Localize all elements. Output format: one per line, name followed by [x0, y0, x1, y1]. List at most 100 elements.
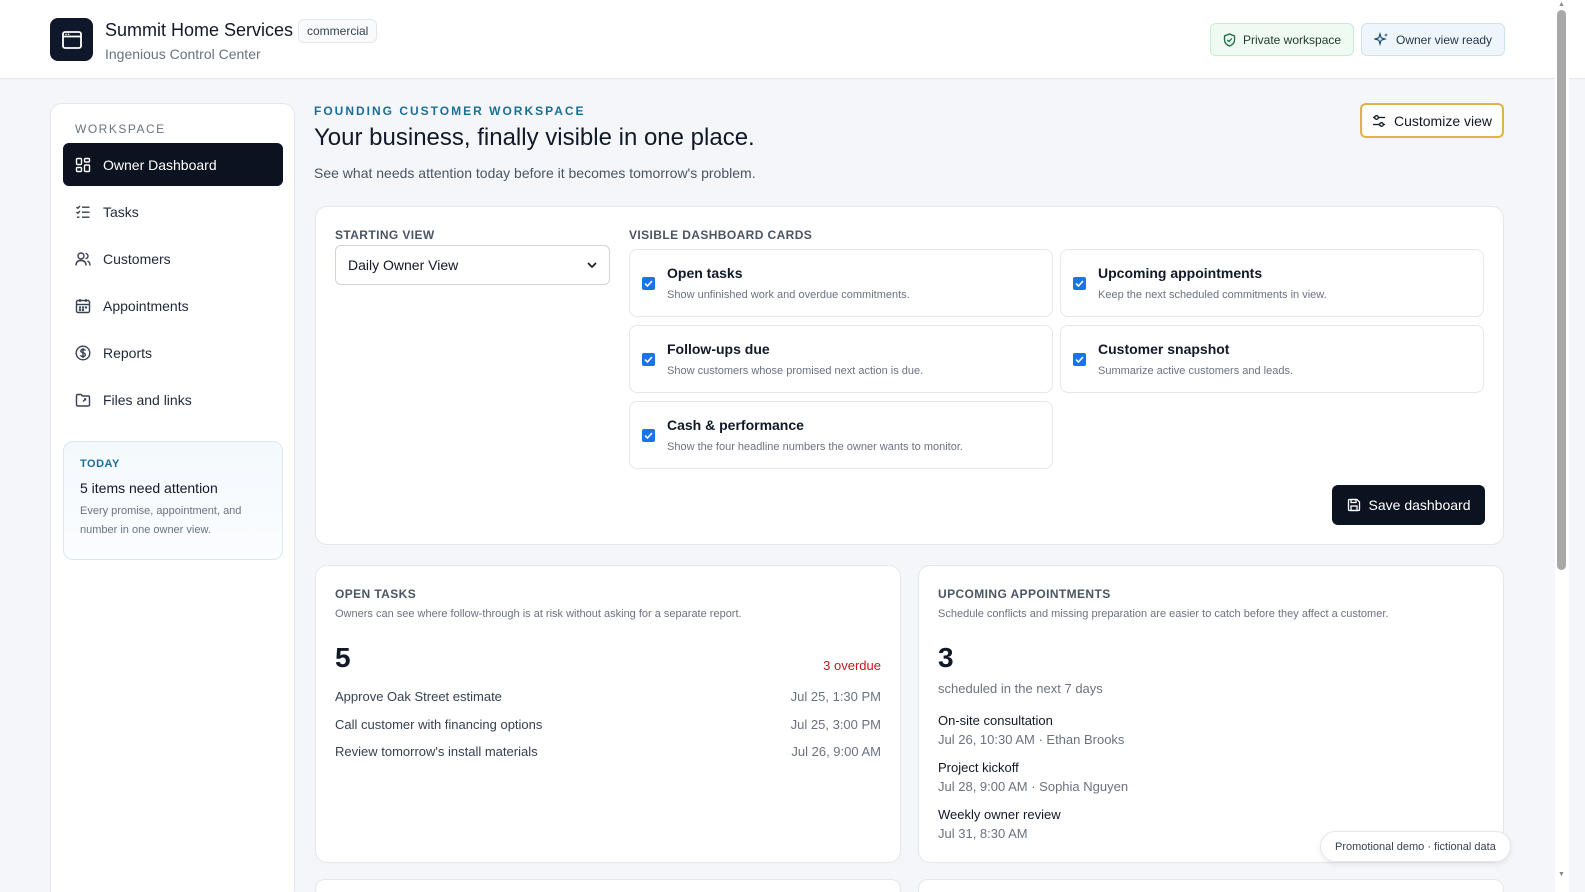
card-option-desc: Show customers whose promised next actio…	[667, 365, 924, 377]
shield-check-icon	[1223, 32, 1236, 47]
today-summary-card: TODAY 5 items need attention Every promi…	[63, 441, 283, 560]
open-tasks-desc: Owners can see where follow-through is a…	[335, 608, 742, 620]
card-option-cash-performance[interactable]: Cash & performance Show the four headlin…	[629, 401, 1053, 469]
card-option-title: Upcoming appointments	[1098, 265, 1263, 281]
appointments-sub: scheduled in the next 7 days	[938, 681, 1103, 696]
today-description: Every promise, appointment, and number i…	[80, 505, 242, 536]
checkbox[interactable]	[1073, 277, 1086, 290]
owner-view-pill[interactable]: Owner view ready	[1361, 23, 1506, 56]
today-title: 5 items need attention	[80, 480, 218, 496]
demo-badge: Promotional demo · fictional data	[1320, 831, 1511, 862]
card-option-desc: Show unfinished work and overdue commitm…	[667, 289, 910, 301]
checkbox[interactable]	[642, 429, 655, 442]
card-option-follow-ups-due[interactable]: Follow-ups due Show customers whose prom…	[629, 325, 1053, 393]
open-tasks-card: OPEN TASKS Owners can see where follow-t…	[315, 565, 901, 863]
dashboard-icon	[75, 157, 91, 172]
calendar-icon	[75, 298, 91, 313]
card-option-upcoming-appointments[interactable]: Upcoming appointments Keep the next sche…	[1060, 249, 1484, 317]
customize-view-label: Customize view	[1393, 112, 1493, 129]
card-option-title: Cash & performance	[667, 417, 804, 433]
customize-view-button[interactable]: Customize view	[1360, 103, 1504, 138]
appointments-title: UPCOMING APPOINTMENTS	[938, 587, 1111, 601]
sidebar-item-label: Files and links	[103, 391, 192, 408]
scroll-down-arrow-icon[interactable]: ▼	[1557, 871, 1566, 879]
appointments-desc: Schedule conflicts and missing preparati…	[938, 608, 1389, 620]
appointments-count: 3	[938, 642, 954, 673]
starting-view-select[interactable]: Daily Owner View	[335, 245, 610, 285]
app-logo-icon	[50, 18, 93, 61]
task-name: Review tomorrow's install materials	[335, 744, 538, 759]
sidebar-item-label: Owner Dashboard	[103, 156, 217, 173]
app-subtitle: Ingenious Control Center	[105, 46, 261, 62]
task-due: Jul 25, 1:30 PM	[790, 689, 881, 704]
task-due: Jul 26, 9:00 AM	[791, 744, 881, 759]
card-option-title: Open tasks	[667, 265, 743, 281]
appointment-name[interactable]: Project kickoff	[938, 760, 1019, 775]
task-name: Call customer with financing options	[335, 717, 543, 732]
private-workspace-label: Private workspace	[1243, 32, 1342, 47]
appointment-name[interactable]: On-site consultation	[938, 713, 1053, 728]
open-tasks-title: OPEN TASKS	[335, 587, 417, 601]
folder-link-icon	[75, 393, 91, 407]
sidebar-item-label: Appointments	[103, 297, 189, 314]
sidebar-item-label: Reports	[103, 344, 153, 361]
page-subtitle: See what needs attention today before it…	[314, 165, 756, 181]
overdue-count: 3 overdue	[823, 658, 881, 673]
sidebar-item-appointments[interactable]: Appointments	[63, 284, 283, 327]
sparkles-icon	[1374, 32, 1388, 46]
plan-badge: commercial	[298, 19, 378, 43]
sidebar-section-label: WORKSPACE	[75, 122, 166, 136]
private-workspace-pill[interactable]: Private workspace	[1210, 23, 1355, 56]
sliders-icon	[1372, 114, 1385, 127]
task-due: Jul 25, 3:00 PM	[790, 717, 881, 732]
save-dashboard-button[interactable]: Save dashboard	[1332, 485, 1485, 525]
save-dashboard-label: Save dashboard	[1368, 497, 1471, 513]
sidebar-item-reports[interactable]: Reports	[63, 331, 283, 374]
chevron-down-icon	[587, 261, 597, 268]
task-row[interactable]: Call customer with financing options Jul…	[335, 717, 881, 737]
save-icon	[1347, 498, 1360, 512]
card-option-desc: Keep the next scheduled commitments in v…	[1098, 289, 1327, 301]
task-row[interactable]: Approve Oak Street estimate Jul 25, 1:30…	[335, 689, 881, 709]
next-card-peek	[315, 879, 901, 892]
sidebar-item-label: Tasks	[103, 203, 139, 220]
appointment-name[interactable]: Weekly owner review	[938, 807, 1061, 822]
next-card-peek	[918, 879, 1504, 892]
scrollbar-thumb[interactable]	[1557, 10, 1566, 570]
top-bar: Summit Home Services commercial Ingeniou…	[0, 0, 1585, 79]
card-option-customer-snapshot[interactable]: Customer snapshot Summarize active custo…	[1060, 325, 1484, 393]
appointment-meta: Jul 26, 10:30 AM · Ethan Brooks	[938, 732, 1125, 747]
appointment-meta: Jul 31, 8:30 AM	[938, 826, 1028, 841]
sidebar-item-label: Customers	[103, 250, 171, 267]
users-icon	[75, 251, 91, 266]
page-title: Your business, finally visible in one pl…	[314, 124, 755, 151]
today-tag: TODAY	[80, 458, 120, 470]
app-title: Summit Home Services	[105, 20, 294, 40]
owner-view-label: Owner view ready	[1396, 32, 1493, 47]
visible-cards-label: VISIBLE DASHBOARD CARDS	[629, 228, 813, 242]
checklist-icon	[76, 205, 90, 218]
card-option-title: Follow-ups due	[667, 341, 770, 357]
appointment-meta: Jul 28, 9:00 AM · Sophia Nguyen	[938, 779, 1129, 794]
card-option-open-tasks[interactable]: Open tasks Show unfinished work and over…	[629, 249, 1053, 317]
starting-view-label: STARTING VIEW	[335, 228, 435, 242]
card-option-desc: Summarize active customers and leads.	[1098, 365, 1294, 377]
checkbox[interactable]	[1073, 353, 1086, 366]
sidebar-item-tasks[interactable]: Tasks	[63, 190, 283, 233]
sidebar-item-files-and-links[interactable]: Files and links	[63, 378, 283, 421]
upcoming-appointments-card: UPCOMING APPOINTMENTS Schedule conflicts…	[918, 565, 1504, 863]
task-row[interactable]: Review tomorrow's install materials Jul …	[335, 744, 881, 764]
sidebar: WORKSPACE Owner Dashboard Tasks Customer…	[50, 103, 295, 892]
open-tasks-count: 5	[335, 642, 351, 673]
starting-view-value: Daily Owner View	[348, 257, 459, 273]
checkbox[interactable]	[642, 277, 655, 290]
sidebar-item-customers[interactable]: Customers	[63, 237, 283, 280]
scroll-up-arrow-icon[interactable]: ▲	[1557, 1, 1566, 9]
card-option-desc: Show the four headline numbers the owner…	[667, 441, 963, 453]
dashboard-settings-panel: STARTING VIEW Daily Owner View VISIBLE D…	[315, 206, 1504, 545]
dollar-circle-icon	[75, 344, 91, 361]
checkbox[interactable]	[642, 353, 655, 366]
sidebar-item-owner-dashboard[interactable]: Owner Dashboard	[63, 143, 283, 186]
card-option-title: Customer snapshot	[1098, 341, 1230, 357]
page-eyebrow: FOUNDING CUSTOMER WORKSPACE	[314, 104, 586, 118]
